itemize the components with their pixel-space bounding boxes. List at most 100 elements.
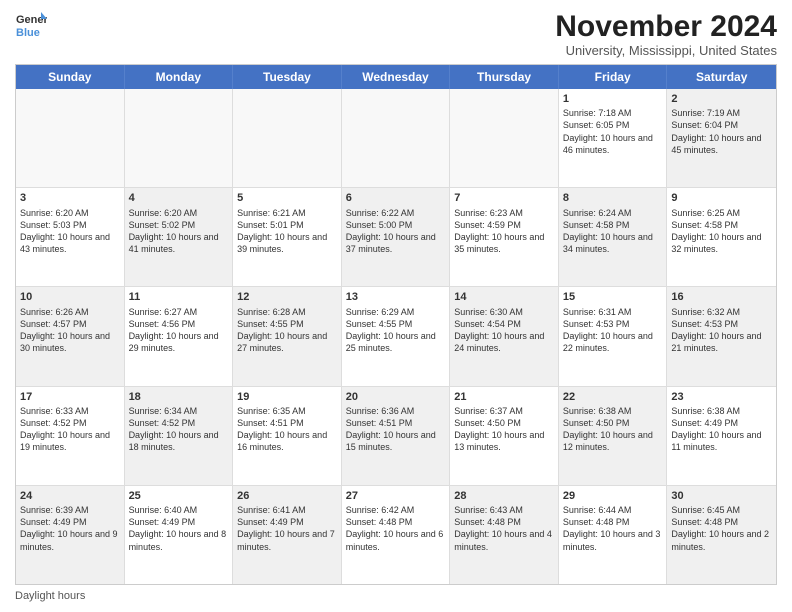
cell-info: Sunrise: 6:40 AM Sunset: 4:49 PM Dayligh… (129, 504, 229, 553)
cell-info: Sunrise: 6:43 AM Sunset: 4:48 PM Dayligh… (454, 504, 554, 553)
day-number: 19 (237, 390, 337, 404)
day-number: 10 (20, 290, 120, 304)
calendar-cell: 11Sunrise: 6:27 AM Sunset: 4:56 PM Dayli… (125, 287, 234, 385)
day-number: 5 (237, 191, 337, 205)
calendar-row: 10 Sunrise: 6:26 AM Sunset: 4:57 PM Dayli… (16, 287, 776, 386)
cell-info: Sunrise: 6:26 AM Sunset: 4:57 PM Dayligh… (20, 306, 120, 355)
calendar-cell: 30Sunrise: 6:45 AM Sunset: 4:48 PM Dayli… (667, 486, 776, 584)
calendar-cell: 23Sunrise: 6:38 AM Sunset: 4:49 PM Dayli… (667, 387, 776, 485)
weekday-header: Friday (559, 65, 668, 89)
cell-info: Sunrise: 6:22 AM Sunset: 5:00 PM Dayligh… (346, 207, 446, 256)
logo-svg: General Blue (15, 10, 47, 42)
calendar-cell: 13 Sunrise: 6:29 AM Sunset: 4:55 PM Dayli… (342, 287, 451, 385)
calendar-cell: 19Sunrise: 6:35 AM Sunset: 4:51 PM Dayli… (233, 387, 342, 485)
cell-info: Sunrise: 6:23 AM Sunset: 4:59 PM Dayligh… (454, 207, 554, 256)
calendar-cell (125, 89, 234, 187)
main-title: November 2024 (555, 10, 777, 43)
svg-text:Blue: Blue (16, 27, 40, 39)
day-number: 18 (129, 390, 229, 404)
cell-info: Sunrise: 6:41 AM Sunset: 4:49 PM Dayligh… (237, 504, 337, 553)
cell-info: Sunrise: 6:32 AM Sunset: 4:53 PM Dayligh… (671, 306, 772, 355)
weekday-header: Monday (125, 65, 234, 89)
calendar-cell: 12 Sunrise: 6:28 AM Sunset: 4:55 PM Dayli… (233, 287, 342, 385)
calendar-cell (233, 89, 342, 187)
cell-info: Sunrise: 6:38 AM Sunset: 4:50 PM Dayligh… (563, 405, 663, 454)
day-number: 4 (129, 191, 229, 205)
cell-info: Sunrise: 6:42 AM Sunset: 4:48 PM Dayligh… (346, 504, 446, 553)
calendar-cell: 26Sunrise: 6:41 AM Sunset: 4:49 PM Dayli… (233, 486, 342, 584)
cell-info: Sunrise: 6:36 AM Sunset: 4:51 PM Dayligh… (346, 405, 446, 454)
cell-info: Sunrise: 6:37 AM Sunset: 4:50 PM Dayligh… (454, 405, 554, 454)
calendar-cell (16, 89, 125, 187)
calendar-cell: 28Sunrise: 6:43 AM Sunset: 4:48 PM Dayli… (450, 486, 559, 584)
weekday-header: Tuesday (233, 65, 342, 89)
day-number: 14 (454, 290, 554, 304)
day-number: 30 (671, 489, 772, 503)
calendar-cell: 29Sunrise: 6:44 AM Sunset: 4:48 PM Dayli… (559, 486, 668, 584)
day-number: 25 (129, 489, 229, 503)
calendar-header: SundayMondayTuesdayWednesdayThursdayFrid… (16, 65, 776, 89)
calendar: SundayMondayTuesdayWednesdayThursdayFrid… (15, 64, 777, 585)
calendar-body: 1Sunrise: 7:18 AM Sunset: 6:05 PM Daylig… (16, 89, 776, 584)
day-number: 6 (346, 191, 446, 205)
calendar-cell: 20Sunrise: 6:36 AM Sunset: 4:51 PM Dayli… (342, 387, 451, 485)
cell-info: Sunrise: 6:45 AM Sunset: 4:48 PM Dayligh… (671, 504, 772, 553)
day-number: 28 (454, 489, 554, 503)
subtitle: University, Mississippi, United States (555, 43, 777, 58)
day-number: 13 (346, 290, 446, 304)
cell-info: Sunrise: 6:24 AM Sunset: 4:58 PM Dayligh… (563, 207, 663, 256)
title-block: November 2024 University, Mississippi, U… (555, 10, 777, 58)
day-number: 17 (20, 390, 120, 404)
cell-info: Sunrise: 6:21 AM Sunset: 5:01 PM Dayligh… (237, 207, 337, 256)
calendar-cell: 4 Sunrise: 6:20 AM Sunset: 5:02 PM Daylig… (125, 188, 234, 286)
calendar-cell: 1Sunrise: 7:18 AM Sunset: 6:05 PM Daylig… (559, 89, 668, 187)
calendar-cell: 8 Sunrise: 6:24 AM Sunset: 4:58 PM Daylig… (559, 188, 668, 286)
day-number: 23 (671, 390, 772, 404)
calendar-cell: 5 Sunrise: 6:21 AM Sunset: 5:01 PM Daylig… (233, 188, 342, 286)
calendar-cell: 15 Sunrise: 6:31 AM Sunset: 4:53 PM Dayli… (559, 287, 668, 385)
day-number: 9 (671, 191, 772, 205)
day-number: 3 (20, 191, 120, 205)
calendar-row: 1Sunrise: 7:18 AM Sunset: 6:05 PM Daylig… (16, 89, 776, 188)
calendar-cell: 21Sunrise: 6:37 AM Sunset: 4:50 PM Dayli… (450, 387, 559, 485)
day-number: 20 (346, 390, 446, 404)
calendar-cell: 6 Sunrise: 6:22 AM Sunset: 5:00 PM Daylig… (342, 188, 451, 286)
calendar-cell: 14Sunrise: 6:30 AM Sunset: 4:54 PM Dayli… (450, 287, 559, 385)
calendar-row: 24Sunrise: 6:39 AM Sunset: 4:49 PM Dayli… (16, 486, 776, 584)
page: General Blue November 2024 University, M… (0, 0, 792, 612)
calendar-cell: 3Sunrise: 6:20 AM Sunset: 5:03 PM Daylig… (16, 188, 125, 286)
day-number: 26 (237, 489, 337, 503)
cell-info: Sunrise: 7:19 AM Sunset: 6:04 PM Dayligh… (671, 107, 772, 156)
weekday-header: Sunday (16, 65, 125, 89)
cell-info: Sunrise: 6:31 AM Sunset: 4:53 PM Dayligh… (563, 306, 663, 355)
day-number: 22 (563, 390, 663, 404)
cell-info: Sunrise: 6:27 AM Sunset: 4:56 PM Dayligh… (129, 306, 229, 355)
calendar-cell: 9Sunrise: 6:25 AM Sunset: 4:58 PM Daylig… (667, 188, 776, 286)
cell-info: Sunrise: 6:38 AM Sunset: 4:49 PM Dayligh… (671, 405, 772, 454)
weekday-header: Saturday (667, 65, 776, 89)
cell-info: Sunrise: 6:39 AM Sunset: 4:49 PM Dayligh… (20, 504, 120, 553)
day-number: 15 (563, 290, 663, 304)
header: General Blue November 2024 University, M… (15, 10, 777, 58)
calendar-row: 17Sunrise: 6:33 AM Sunset: 4:52 PM Dayli… (16, 387, 776, 486)
calendar-cell: 25Sunrise: 6:40 AM Sunset: 4:49 PM Dayli… (125, 486, 234, 584)
calendar-cell: 7 Sunrise: 6:23 AM Sunset: 4:59 PM Daylig… (450, 188, 559, 286)
cell-info: Sunrise: 6:29 AM Sunset: 4:55 PM Dayligh… (346, 306, 446, 355)
day-number: 16 (671, 290, 772, 304)
weekday-header: Wednesday (342, 65, 451, 89)
day-number: 8 (563, 191, 663, 205)
day-number: 29 (563, 489, 663, 503)
calendar-cell (450, 89, 559, 187)
calendar-cell: 18Sunrise: 6:34 AM Sunset: 4:52 PM Dayli… (125, 387, 234, 485)
cell-info: Sunrise: 6:20 AM Sunset: 5:02 PM Dayligh… (129, 207, 229, 256)
footer: Daylight hours (15, 590, 777, 602)
cell-info: Sunrise: 6:28 AM Sunset: 4:55 PM Dayligh… (237, 306, 337, 355)
calendar-cell (342, 89, 451, 187)
day-number: 7 (454, 191, 554, 205)
cell-info: Sunrise: 6:34 AM Sunset: 4:52 PM Dayligh… (129, 405, 229, 454)
calendar-cell: 10 Sunrise: 6:26 AM Sunset: 4:57 PM Dayli… (16, 287, 125, 385)
calendar-cell: 2Sunrise: 7:19 AM Sunset: 6:04 PM Daylig… (667, 89, 776, 187)
logo: General Blue (15, 10, 47, 42)
day-number: 12 (237, 290, 337, 304)
day-number: 24 (20, 489, 120, 503)
